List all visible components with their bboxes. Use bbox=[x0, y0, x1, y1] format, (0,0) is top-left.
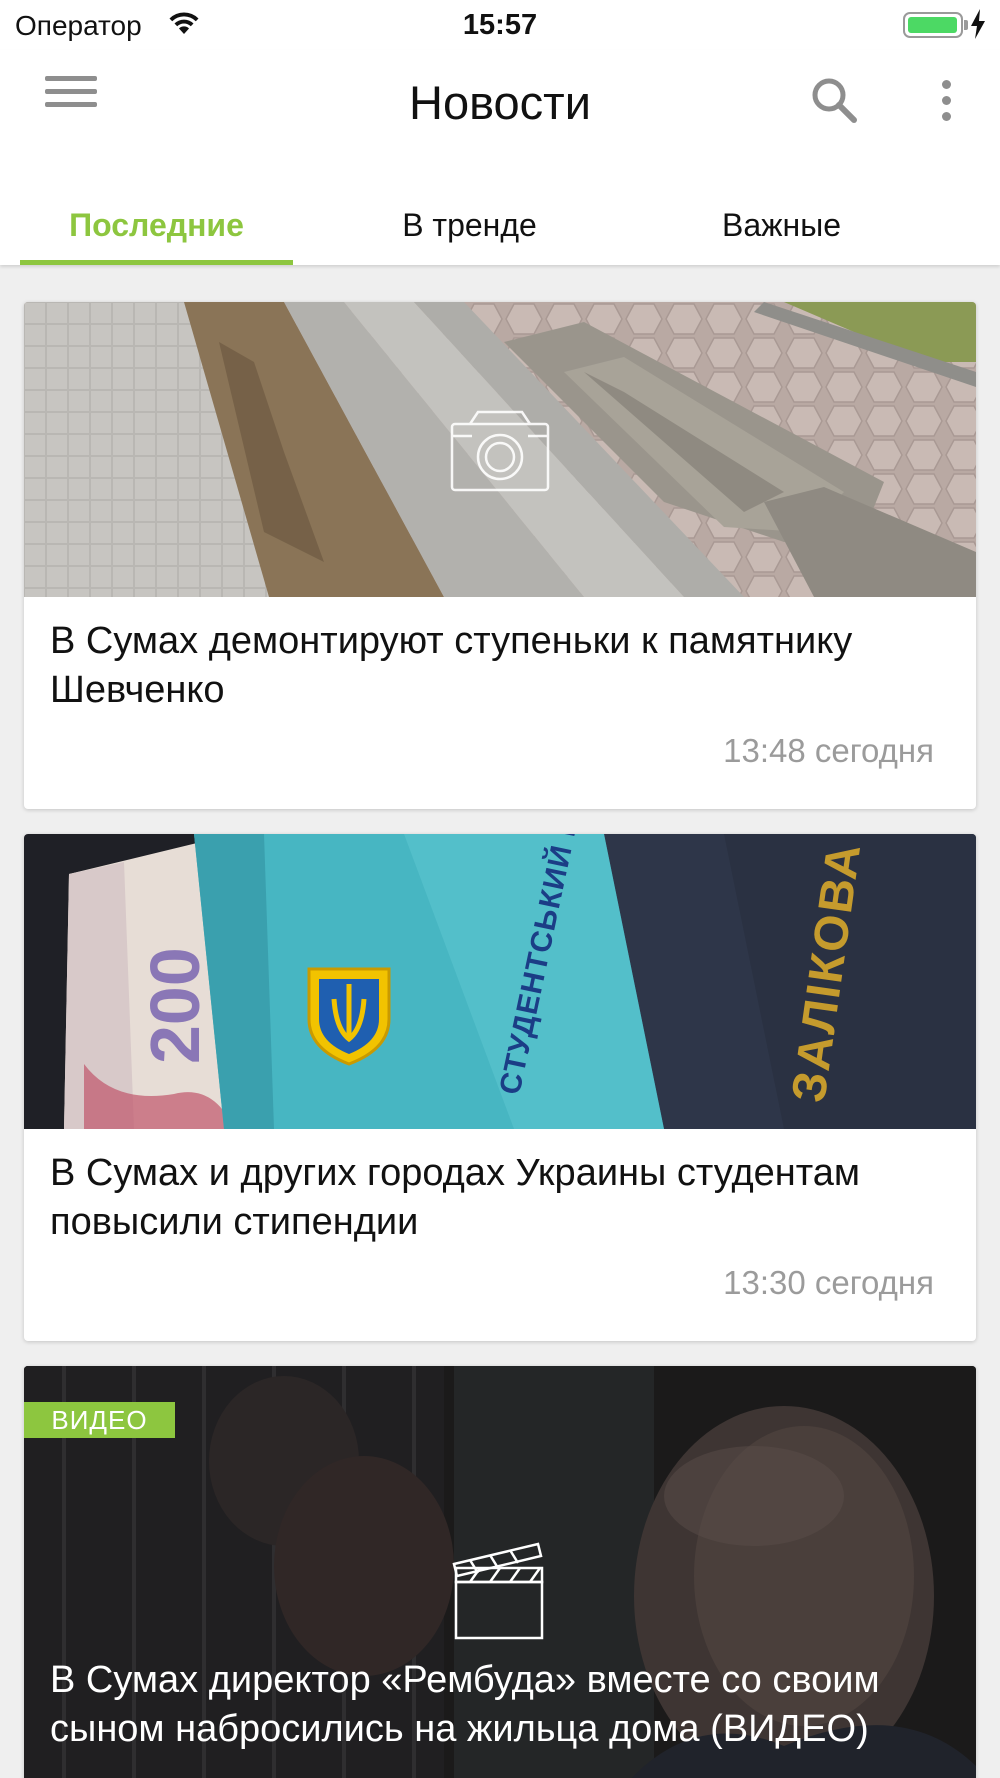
news-card[interactable]: В Сумах демонтируют ступеньки к памятник… bbox=[24, 302, 976, 809]
app-header: Новости Последние В тренде Важные bbox=[0, 50, 1000, 265]
more-vertical-icon[interactable] bbox=[938, 80, 954, 124]
battery-icon bbox=[903, 12, 963, 38]
banknote-text: 200 bbox=[136, 947, 214, 1064]
news-image bbox=[24, 302, 976, 597]
clock: 15:57 bbox=[462, 9, 538, 41]
news-timestamp: 13:30 сегодня bbox=[723, 1264, 934, 1301]
tab-trending[interactable]: В тренде bbox=[333, 190, 606, 265]
tab-bar: Последние В тренде Важные bbox=[0, 190, 1000, 265]
battery-level bbox=[908, 17, 957, 33]
news-title[interactable]: В Сумах демонтируют ступеньки к памятник… bbox=[50, 617, 936, 715]
news-title[interactable]: В Сумах директор «Рембуда» вместе со сво… bbox=[50, 1656, 936, 1754]
charging-bolt-icon bbox=[971, 9, 985, 39]
tab-latest[interactable]: Последние bbox=[20, 190, 293, 265]
video-card[interactable]: ВИДЕО В Сумах директор «Рембуда» вместе … bbox=[24, 1366, 976, 1778]
news-image: 200 СТУДЕНТСЬКИЙ КВИТОК ЗАЛІКОВА КНИЖКА bbox=[24, 834, 976, 1129]
news-feed[interactable]: В Сумах демонтируют ступеньки к памятник… bbox=[0, 265, 1000, 1778]
news-timestamp: 13:48 сегодня bbox=[723, 732, 934, 769]
status-bar: Оператор 15:57 bbox=[0, 0, 1000, 50]
search-icon[interactable] bbox=[810, 76, 858, 124]
tab-important[interactable]: Важные bbox=[645, 190, 918, 265]
video-badge: ВИДЕО bbox=[24, 1402, 175, 1438]
news-card[interactable]: 200 СТУДЕНТСЬКИЙ КВИТОК ЗАЛІКОВА КНИЖКА … bbox=[24, 834, 976, 1341]
battery-tip bbox=[964, 20, 968, 30]
news-title[interactable]: В Сумах и других городах Украины студент… bbox=[50, 1149, 936, 1247]
